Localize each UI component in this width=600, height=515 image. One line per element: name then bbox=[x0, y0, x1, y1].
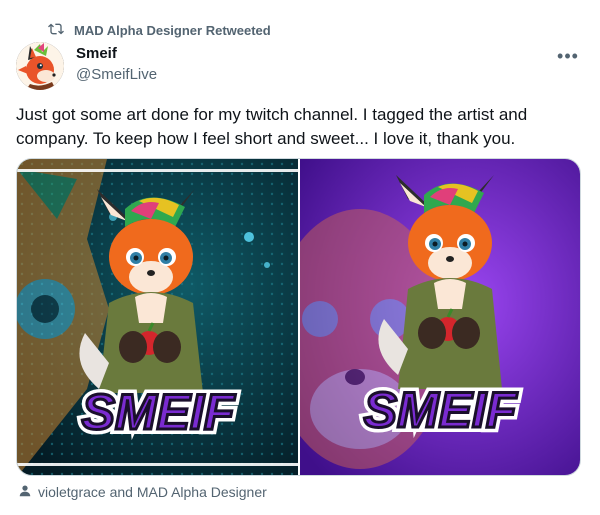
tagged-users-label: violetgrace and MAD Alpha Designer bbox=[38, 484, 267, 500]
tweet-text: Just got some art done for my twitch cha… bbox=[16, 105, 528, 148]
fox-art-purple-image: SMEIF SMEIF bbox=[300, 159, 580, 475]
media-image-2[interactable]: SMEIF SMEIF bbox=[300, 159, 580, 475]
person-icon bbox=[18, 484, 32, 501]
author-block: Smeif @SmeifLive bbox=[76, 44, 157, 85]
avatar[interactable] bbox=[16, 42, 64, 90]
retweet-icon bbox=[48, 21, 64, 40]
more-options-button[interactable]: ••• bbox=[556, 44, 580, 68]
tweet-media: SMEIF SMEIF SMEIF SMEIF bbox=[16, 158, 581, 476]
author-display-name[interactable]: Smeif bbox=[76, 44, 157, 64]
retweet-header: MAD Alpha Designer Retweeted bbox=[48, 20, 271, 40]
fox-art-teal-image: SMEIF SMEIF bbox=[17, 159, 298, 475]
author-handle[interactable]: @SmeifLive bbox=[76, 65, 157, 85]
media-image-1[interactable]: SMEIF SMEIF bbox=[17, 159, 298, 475]
logo-text-1: SMEIF bbox=[82, 384, 236, 440]
more-icon: ••• bbox=[557, 45, 579, 66]
logo-text-2: SMEIF bbox=[364, 382, 518, 438]
fox-avatar-icon bbox=[16, 42, 64, 90]
retweet-label[interactable]: MAD Alpha Designer Retweeted bbox=[74, 23, 271, 38]
tagged-users[interactable]: violetgrace and MAD Alpha Designer bbox=[18, 482, 267, 502]
